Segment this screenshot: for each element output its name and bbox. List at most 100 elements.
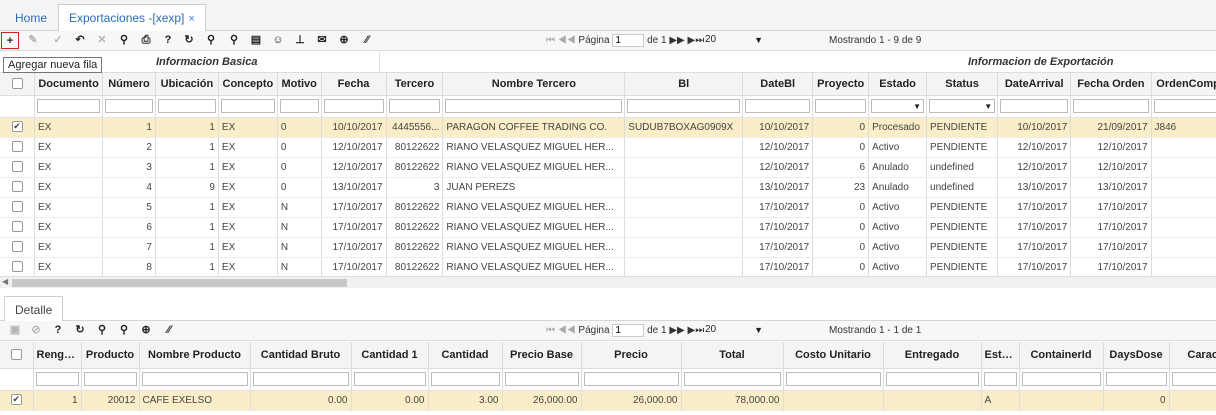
filter-estado[interactable]: ▼	[871, 99, 925, 113]
cell-doc[interactable]: EX	[34, 217, 104, 238]
cell-ubi[interactable]: 1	[155, 237, 219, 258]
col-cantidad[interactable]: Cantidad	[428, 342, 503, 369]
cell-days[interactable]: 0	[1103, 390, 1170, 411]
scroll-left-icon[interactable]: ◀	[2, 277, 8, 286]
cell-proy[interactable]: 0	[812, 237, 870, 258]
col-producto[interactable]: Producto	[81, 342, 140, 369]
filter-entregado[interactable]	[885, 372, 979, 386]
page-input[interactable]	[612, 324, 645, 337]
cell-ubi[interactable]: 1	[155, 117, 219, 138]
prev-page-icon[interactable]: ◀◀	[558, 325, 576, 336]
cell-ubi[interactable]: 1	[155, 197, 219, 218]
cell-status[interactable]: PENDIENTE	[926, 237, 999, 258]
filter-fecha-orden[interactable]	[1073, 99, 1149, 113]
cell-bl[interactable]: SUDUB7BOXAG0909X	[624, 117, 744, 138]
cell-prod[interactable]: 20012	[81, 390, 140, 411]
cell-num[interactable]: 8	[102, 257, 156, 276]
col-estado[interactable]: Estado	[981, 342, 1020, 369]
cell-bl[interactable]	[624, 137, 744, 158]
cell-proy[interactable]: 0	[812, 197, 870, 218]
cell-con[interactable]: EX	[218, 257, 278, 276]
cell-datebl[interactable]: 13/10/2017	[742, 177, 814, 198]
cell-bl[interactable]	[624, 217, 744, 238]
row-checkbox[interactable]	[11, 261, 23, 273]
cell-proy[interactable]: 0	[812, 137, 870, 158]
col-bl[interactable]: Bl	[624, 73, 744, 96]
col-concepto[interactable]: Concepto	[218, 73, 278, 96]
table-row[interactable]: EX 7 1 EX N 17/10/2017 80122622 RIANO VELASQUEZ…	[0, 237, 1216, 258]
filter-concepto[interactable]	[220, 99, 275, 113]
col-entregado[interactable]: Entregado	[883, 342, 982, 369]
cell-ford[interactable]: 17/10/2017	[1070, 257, 1152, 276]
cell-ter[interactable]: 80122622	[386, 157, 444, 178]
cell-arr[interactable]: 12/10/2017	[997, 137, 1072, 158]
mail-icon[interactable]: ✉	[314, 33, 330, 48]
cell-status[interactable]: undefined	[926, 157, 999, 178]
cell-fecha[interactable]: 12/10/2017	[321, 157, 387, 178]
cell-nom[interactable]: RIANO VELASQUEZ MIGUEL HER...	[442, 257, 626, 276]
col-proyecto[interactable]: Proyecto	[812, 73, 870, 96]
cell-doc[interactable]: EX	[34, 237, 104, 258]
cell-ter[interactable]: 3	[386, 177, 444, 198]
cell-nom[interactable]: CAFE EXELSO	[139, 390, 251, 411]
cell-num[interactable]: 2	[102, 137, 156, 158]
cell-status[interactable]: PENDIENTE	[926, 197, 999, 218]
cell-oc[interactable]	[1151, 177, 1216, 198]
cell-proy[interactable]: 0	[812, 117, 870, 138]
row-checkbox[interactable]	[11, 181, 23, 193]
cell-ubi[interactable]: 1	[155, 157, 219, 178]
col-total[interactable]: Total	[681, 342, 784, 369]
cell-precio[interactable]: 26,000.00	[581, 390, 682, 411]
cell-num[interactable]: 3	[102, 157, 156, 178]
cell-mot[interactable]: N	[277, 257, 322, 276]
search-icon[interactable]: ⚲	[116, 33, 132, 48]
filter-total[interactable]	[683, 372, 781, 386]
cell-ren[interactable]: 1	[33, 390, 82, 411]
cell-arr[interactable]: 13/10/2017	[997, 177, 1072, 198]
tab-exportaciones[interactable]: Exportaciones -[xexp] ×	[58, 4, 206, 32]
scrollbar-thumb[interactable]	[12, 279, 347, 287]
table-row[interactable]: EX 5 1 EX N 17/10/2017 80122622 RIANO VELASQUEZ…	[0, 197, 1216, 218]
row-checkbox[interactable]	[11, 201, 23, 213]
cell-oc[interactable]: J846	[1151, 117, 1216, 138]
cell-doc[interactable]: EX	[34, 117, 104, 138]
refresh-icon[interactable]: ↻	[181, 33, 197, 48]
edit-icon[interactable]: ✎	[25, 33, 41, 48]
help-icon[interactable]: ?	[160, 33, 176, 48]
cell-doc[interactable]: EX	[34, 157, 104, 178]
cell-fecha[interactable]: 17/10/2017	[321, 237, 387, 258]
plus-circle-icon[interactable]: ⊕	[138, 323, 154, 338]
cell-c1[interactable]: 0.00	[351, 390, 429, 411]
col-ubicacion[interactable]: Ubicación	[155, 73, 219, 96]
col-fecha[interactable]: Fecha	[321, 73, 387, 96]
table-row[interactable]: EX 3 1 EX 0 12/10/2017 80122622 RIANO VELASQUEZ…	[0, 157, 1216, 178]
cell-datebl[interactable]: 17/10/2017	[742, 237, 814, 258]
filter-bl[interactable]	[627, 99, 741, 113]
cell-fecha[interactable]: 10/10/2017	[321, 117, 387, 138]
cell-doc[interactable]: EX	[34, 257, 104, 276]
search-alt-icon[interactable]: ⚲	[226, 33, 242, 48]
filter-datebl[interactable]	[745, 99, 811, 113]
cell-car[interactable]	[1169, 390, 1216, 411]
filter-estado[interactable]	[983, 372, 1017, 386]
filter-status[interactable]: ▼	[929, 99, 996, 113]
cell-ter[interactable]: 4445556...	[386, 117, 444, 138]
filter-cantidad[interactable]	[430, 372, 500, 386]
col-status[interactable]: Status	[926, 73, 999, 96]
col-caract[interactable]: Caract	[1169, 342, 1216, 369]
filter-orden-compra[interactable]	[1153, 99, 1216, 113]
filter-precio-base[interactable]	[504, 372, 579, 386]
col-precio[interactable]: Precio	[581, 342, 682, 369]
cell-status[interactable]: PENDIENTE	[926, 257, 999, 276]
filter-nombre-producto[interactable]	[141, 372, 248, 386]
page-size-select[interactable]: 20 ▼	[702, 323, 766, 338]
col-datearrival[interactable]: DateArrival	[997, 73, 1072, 96]
cell-ubi[interactable]: 1	[155, 217, 219, 238]
cell-fecha[interactable]: 12/10/2017	[321, 137, 387, 158]
filter-costo-unitario[interactable]	[785, 372, 881, 386]
cell-num[interactable]: 6	[102, 217, 156, 238]
filter-nombre-tercero[interactable]	[445, 99, 623, 113]
cell-arr[interactable]: 12/10/2017	[997, 157, 1072, 178]
cell-oc[interactable]	[1151, 257, 1216, 276]
cell-con[interactable]: EX	[218, 197, 278, 218]
